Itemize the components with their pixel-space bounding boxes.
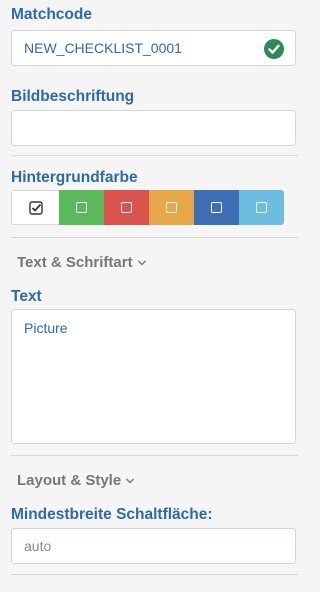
background-label: Hintergrundfarbe <box>11 169 138 186</box>
checkbox-empty-icon <box>166 202 177 213</box>
divider <box>11 574 298 575</box>
properties-panel: Matchcode NEW_CHECKLIST_0001 Bildbeschri… <box>0 0 314 592</box>
checkbox-empty-icon <box>121 202 132 213</box>
text-textarea[interactable]: Picture <box>11 309 296 444</box>
divider <box>11 155 298 156</box>
swatch-blue[interactable] <box>194 190 239 225</box>
checkbox-empty-icon <box>76 202 87 213</box>
divider <box>11 455 298 456</box>
checkbox-checked-icon <box>28 200 43 215</box>
text-value: Picture <box>24 320 68 336</box>
swatch-red[interactable] <box>104 190 149 225</box>
layout-style-section-toggle[interactable]: Layout & Style <box>17 472 135 489</box>
chevron-down-icon <box>126 478 135 483</box>
matchcode-label: Matchcode <box>11 6 92 23</box>
min-width-value: auto <box>24 538 52 554</box>
layout-style-section-label: Layout & Style <box>17 472 122 489</box>
check-circle-icon <box>264 39 284 59</box>
background-color-picker <box>11 190 284 225</box>
checkbox-empty-icon <box>211 202 222 213</box>
divider <box>11 237 298 238</box>
min-width-input[interactable]: auto <box>11 528 296 564</box>
text-font-section-label: Text & Schriftart <box>17 254 133 271</box>
matchcode-input[interactable]: NEW_CHECKLIST_0001 <box>11 30 296 66</box>
chevron-down-icon <box>137 260 146 265</box>
min-width-label: Mindestbreite Schaltfläche: <box>11 506 213 523</box>
swatch-white[interactable] <box>11 190 59 225</box>
swatch-green[interactable] <box>59 190 104 225</box>
caption-input[interactable] <box>11 110 296 146</box>
checkbox-empty-icon <box>256 202 267 213</box>
text-font-section-toggle[interactable]: Text & Schriftart <box>17 254 147 271</box>
text-label: Text <box>11 288 42 305</box>
matchcode-value: NEW_CHECKLIST_0001 <box>24 40 182 56</box>
caption-label: Bildbeschriftung <box>11 88 135 105</box>
swatch-orange[interactable] <box>149 190 194 225</box>
swatch-lightblue[interactable] <box>239 190 284 225</box>
